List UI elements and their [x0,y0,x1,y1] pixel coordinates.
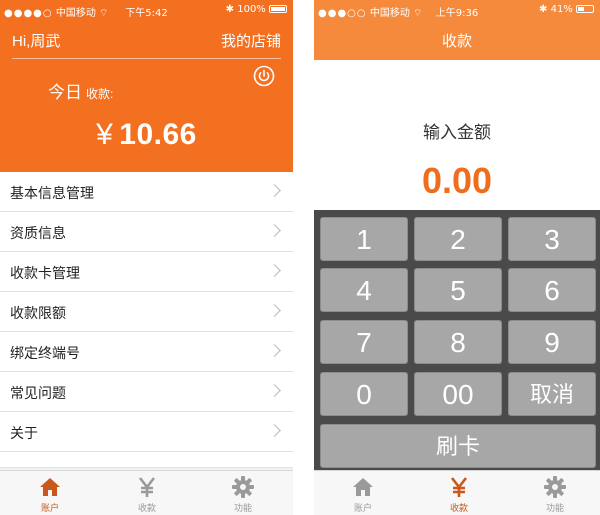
menu-item-label: 收款限额 [10,305,66,321]
tab-account[interactable]: 账户 [333,475,393,514]
chevron-right-icon [268,264,281,277]
key-9[interactable]: 9 [508,320,596,364]
receive-header: ●●●○○ 中国移动 ⌔ 上午9:36 ✱ 41% 收款 [314,0,600,60]
yen-icon [450,477,468,497]
cancel-button[interactable]: 取消 [508,372,596,416]
numeric-keypad: 1 2 3 4 5 6 7 8 9 0 00 取消 刷卡 [314,210,600,470]
tab-label: 账户 [40,504,59,514]
status-bar: ●●●●○ 中国移动 ⌔ 下午5:42 ✱ 100% [0,0,293,20]
key-5[interactable]: 5 [414,268,502,312]
menu-item-label: 关于 [10,425,38,441]
chevron-right-icon [268,184,281,197]
tab-bar: 账户 收款 功能 [0,470,293,515]
menu-item-about[interactable]: 关于 [0,412,293,452]
key-6[interactable]: 6 [508,268,596,312]
key-7[interactable]: 7 [320,320,408,364]
account-screen: ●●●●○ 中国移动 ⌔ 下午5:42 ✱ 100% Hi,周武 我的店铺 今日… [0,0,293,515]
menu-spacer [0,452,293,468]
menu-item-card-management[interactable]: 收款卡管理 [0,252,293,292]
battery-icon [269,5,287,13]
menu-item-bind-terminal[interactable]: 绑定终端号 [0,332,293,372]
gear-icon [232,476,254,498]
home-icon [40,478,60,496]
menu-item-label: 收款卡管理 [10,265,80,281]
battery-percent: 100% [237,4,266,15]
account-header: ●●●●○ 中国移动 ⌔ 下午5:42 ✱ 100% Hi,周武 我的店铺 今日… [0,0,293,172]
key-2[interactable]: 2 [414,217,502,261]
bluetooth-icon: ✱ [539,4,548,15]
tab-label: 功能 [545,504,564,514]
receipt-label: 收款: [86,87,114,101]
key-1[interactable]: 1 [320,217,408,261]
menu-item-qualification[interactable]: 资质信息 [0,212,293,252]
menu-item-label: 常见问题 [10,385,66,401]
status-bar: ●●●○○ 中国移动 ⌔ 上午9:36 ✱ 41% [314,0,600,20]
tab-receive[interactable]: 收款 [117,475,177,514]
currency-symbol: ¥ [96,118,114,151]
tab-label: 收款 [137,504,156,514]
key-8[interactable]: 8 [414,320,502,364]
tab-label: 收款 [449,504,468,514]
greeting: Hi,周武 [12,33,61,50]
chevron-right-icon [268,304,281,317]
gear-icon [544,476,566,498]
amount-display: 输入金额 0.00 [314,60,600,210]
tab-receive[interactable]: 收款 [429,475,489,514]
input-amount-label: 输入金额 [423,123,491,142]
menu-item-label: 绑定终端号 [10,345,80,361]
tab-bar: 账户 收款 功能 [314,470,600,515]
bluetooth-icon: ✱ [225,4,235,15]
today-amount: ¥10.66 [0,118,293,152]
power-icon[interactable] [253,65,275,87]
chevron-right-icon [268,424,281,437]
tab-label: 功能 [233,504,252,514]
amount-value: 10.66 [119,118,197,151]
today-label: 今日 [48,83,82,102]
menu-item-limit[interactable]: 收款限额 [0,292,293,332]
receive-payment-screen: ●●●○○ 中国移动 ⌔ 上午9:36 ✱ 41% 收款 输入金额 0.00 1… [314,0,600,515]
menu-item-label: 资质信息 [10,225,66,241]
chevron-right-icon [268,224,281,237]
tab-label: 账户 [353,504,372,514]
my-store-button[interactable]: 我的店铺 [221,30,281,51]
yen-icon [138,477,156,497]
menu-item-basic-info[interactable]: 基本信息管理 [0,172,293,212]
menu-item-faq[interactable]: 常见问题 [0,372,293,412]
page-title: 收款 [441,33,472,50]
tab-functions[interactable]: 功能 [525,475,585,514]
home-icon [353,478,373,496]
key-4[interactable]: 4 [320,268,408,312]
key-3[interactable]: 3 [508,217,596,261]
battery-icon [576,5,594,13]
header-divider [12,58,281,59]
menu-item-label: 基本信息管理 [10,185,94,201]
key-00[interactable]: 00 [414,372,502,416]
tab-account[interactable]: 账户 [20,475,80,514]
chevron-right-icon [268,344,281,357]
settings-menu: 基本信息管理 资质信息 收款卡管理 收款限额 绑定终端号 常见问题 关于 [0,172,293,468]
swipe-card-button[interactable]: 刷卡 [320,424,596,468]
tab-functions[interactable]: 功能 [213,475,273,514]
key-0[interactable]: 0 [320,372,408,416]
chevron-right-icon [268,384,281,397]
today-receipts-label: 今日 收款: [48,78,113,103]
amount-input[interactable]: 0.00 [314,160,600,202]
screenshot-composite: ●●●●○ 中国移动 ⌔ 下午5:42 ✱ 100% Hi,周武 我的店铺 今日… [0,0,600,515]
battery-percent: 41% [550,4,573,15]
